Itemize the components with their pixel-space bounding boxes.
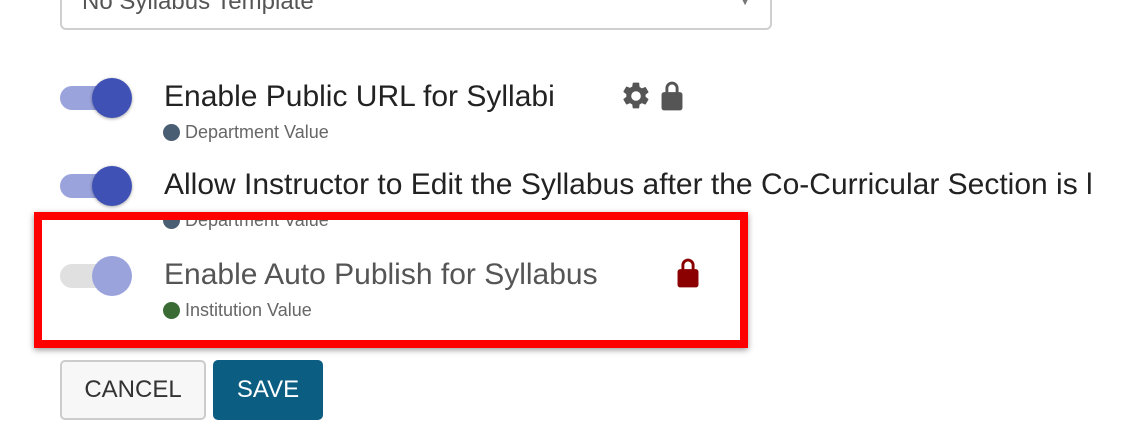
setting-source-label: Institution Value <box>185 300 312 320</box>
setting-label: Enable Auto Publish for Syllabus <box>164 258 598 291</box>
toggle-knob <box>92 166 132 206</box>
setting-source: Department Value <box>163 122 329 143</box>
lock-icon <box>672 256 704 295</box>
settings-page: No Syllabus Template ▼ Enable Public URL… <box>0 0 1148 444</box>
edit-after-co-curricular-toggle[interactable] <box>60 164 132 206</box>
chevron-down-icon: ▼ <box>738 0 752 8</box>
setting-label: Allow Instructor to Edit the Syllabus af… <box>164 168 1093 201</box>
setting-label: Enable Public URL for Syllabi <box>164 80 555 113</box>
auto-publish-toggle[interactable] <box>60 254 132 296</box>
syllabus-template-select[interactable]: No Syllabus Template ▼ <box>60 0 772 30</box>
setting-row-edit-after-co-curricular: Allow Instructor to Edit the Syllabus af… <box>0 164 1148 244</box>
setting-row-public-url: Enable Public URL for Syllabi Department… <box>0 76 1148 156</box>
setting-row-auto-publish: Enable Auto Publish for Syllabus Institu… <box>0 254 1148 334</box>
setting-source-label: Department Value <box>185 210 329 230</box>
department-value-dot <box>163 212 180 229</box>
public-url-toggle[interactable] <box>60 76 132 118</box>
syllabus-template-select-value: No Syllabus Template <box>82 0 314 15</box>
setting-source-label: Department Value <box>185 122 329 142</box>
institution-value-dot <box>163 302 180 319</box>
cancel-button[interactable]: CANCEL <box>60 360 206 420</box>
setting-source: Institution Value <box>163 300 312 321</box>
toggle-knob <box>92 78 132 118</box>
save-button[interactable]: SAVE <box>213 360 323 420</box>
toggle-knob <box>92 256 132 296</box>
department-value-dot <box>163 124 180 141</box>
lock-icon <box>656 79 688 118</box>
setting-source: Department Value <box>163 210 329 231</box>
gear-icon[interactable] <box>620 80 652 117</box>
